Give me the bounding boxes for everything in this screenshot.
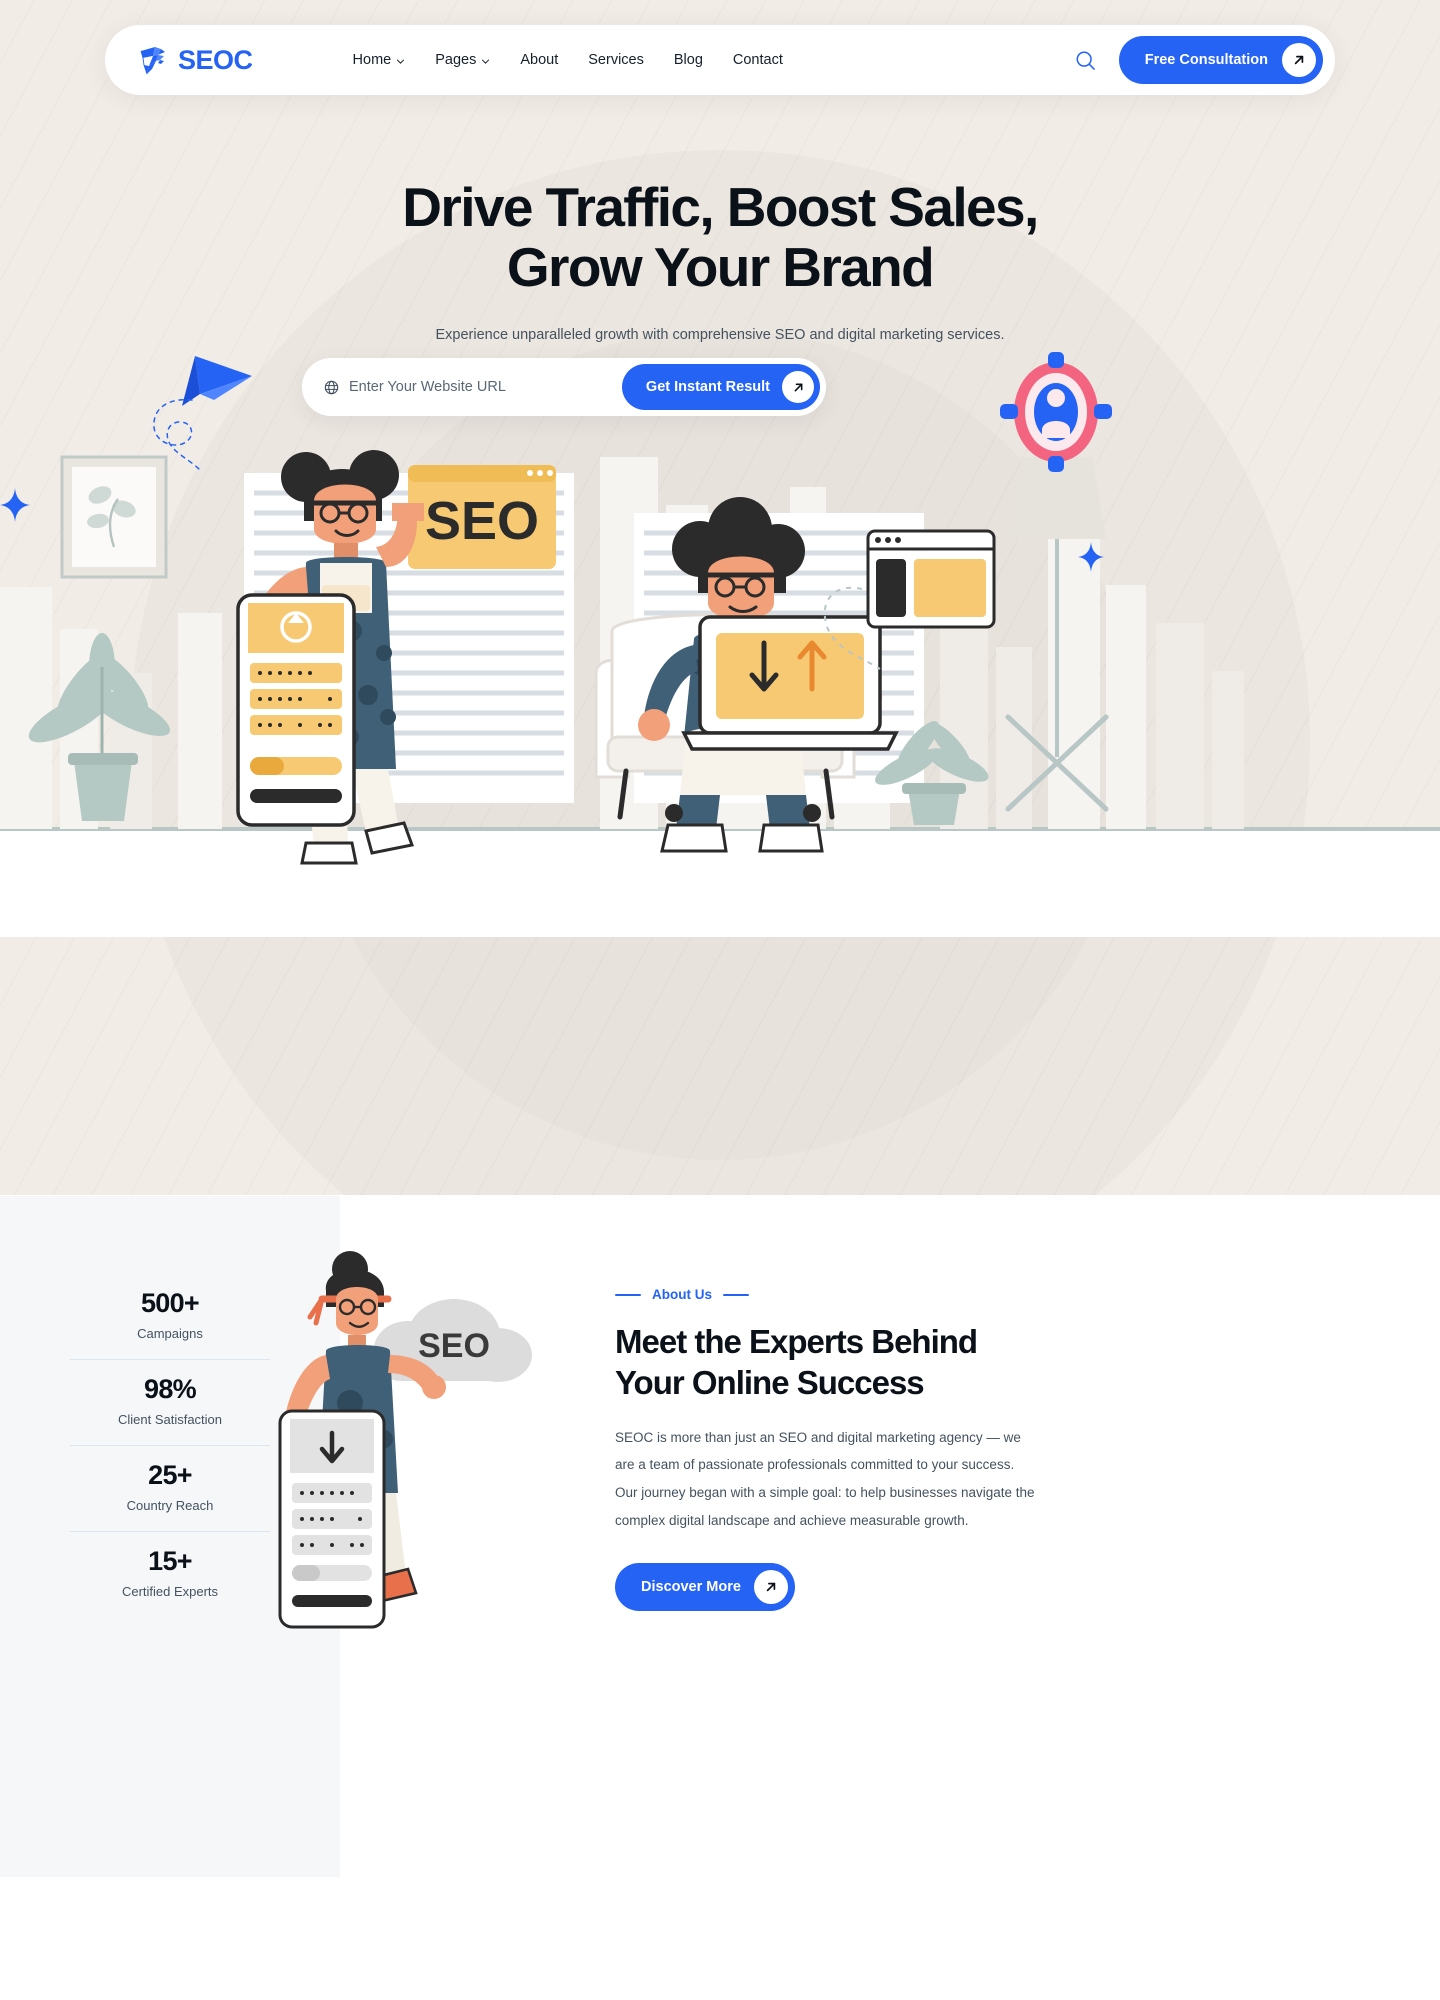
arrow-up-right-icon — [753, 1569, 788, 1604]
about-section: 500+ Campaigns 98% Client Satisfaction 2… — [0, 1195, 1440, 2000]
stat-item: 98% Client Satisfaction — [70, 1359, 270, 1445]
nav-item-services[interactable]: Services — [588, 52, 644, 68]
chevron-down-icon — [396, 55, 405, 66]
sparkle-icon — [1078, 542, 1104, 577]
section-eyebrow: About Us — [615, 1287, 1035, 1302]
stat-item: 15+ Certified Experts — [70, 1531, 270, 1617]
cta-label: Free Consultation — [1144, 52, 1268, 68]
about-copy: About Us Meet the Experts Behind Your On… — [615, 1287, 1035, 1611]
website-audit-form: Get Instant Result — [302, 358, 826, 416]
main-navbar: SEOC Home Pages About Services Blog Cont… — [105, 25, 1335, 95]
about-title: Meet the Experts Behind Your Online Succ… — [615, 1322, 1035, 1404]
nav-item-home[interactable]: Home — [353, 52, 406, 68]
nav-item-about[interactable]: About — [520, 52, 558, 68]
nav-item-label: Contact — [732, 52, 783, 68]
eyebrow-rule-right — [723, 1293, 749, 1296]
sparkle-icon — [0, 488, 30, 527]
url-input-wrap — [324, 379, 622, 395]
chevron-down-icon — [481, 55, 490, 66]
stats-list: 500+ Campaigns 98% Client Satisfaction 2… — [70, 1274, 270, 1617]
paper-plane-icon — [140, 348, 270, 493]
page-title: Drive Traffic, Boost Sales, Grow Your Br… — [0, 176, 1440, 298]
eyebrow-rule-left — [615, 1293, 641, 1296]
search-icon[interactable] — [1073, 47, 1099, 73]
arrow-up-right-icon — [1282, 43, 1316, 77]
submit-label: Get Instant Result — [645, 379, 770, 395]
nav-item-blog[interactable]: Blog — [674, 52, 703, 68]
nav-item-label: About — [520, 52, 559, 68]
hero-copy: Drive Traffic, Boost Sales, Grow Your Br… — [0, 176, 1440, 347]
navbar-actions: Free Consultation — [1073, 36, 1323, 84]
about-illustration: SEO — [248, 1243, 588, 1663]
nav-item-label: Services — [588, 52, 644, 68]
nav-item-label: Blog — [673, 52, 703, 68]
nav-item-label: Pages — [435, 52, 477, 68]
website-url-input[interactable] — [349, 379, 622, 395]
discover-more-button[interactable]: Discover More — [615, 1562, 795, 1611]
brand-name: SEOC — [178, 44, 253, 75]
stat-label: Certified Experts — [121, 1584, 219, 1599]
hero-title-line-1: Drive Traffic, Boost Sales, — [402, 176, 1039, 238]
about-title-line-1: Meet the Experts Behind — [615, 1323, 978, 1360]
get-instant-result-button[interactable]: Get Instant Result — [621, 364, 820, 410]
brand-logo[interactable]: SEOC — [137, 44, 253, 76]
svg-text:SEO: SEO — [418, 1327, 490, 1365]
nav-links: Home Pages About Services Blog Contact — [353, 52, 783, 68]
hero-subtitle: Experience unparalleled growth with comp… — [435, 326, 1005, 343]
lifebuoy-icon — [1000, 350, 1112, 480]
globe-icon — [324, 380, 339, 395]
nav-item-label: Home — [352, 52, 392, 68]
seoc-origami-logo-icon — [137, 44, 169, 76]
stat-item: 25+ Country Reach — [70, 1445, 270, 1531]
stat-label: Campaigns — [137, 1326, 203, 1341]
stat-item: 500+ Campaigns — [70, 1274, 270, 1359]
about-body-text: SEOC is more than just an SEO and digita… — [615, 1429, 1035, 1528]
discover-label: Discover More — [641, 1578, 741, 1595]
stat-label: Country Reach — [126, 1498, 214, 1513]
eyebrow-label: About Us — [652, 1287, 712, 1302]
stat-value: 25+ — [148, 1460, 192, 1490]
stat-label: Client Satisfaction — [117, 1412, 223, 1427]
free-consultation-button[interactable]: Free Consultation — [1118, 36, 1323, 84]
stat-value: 15+ — [148, 1546, 192, 1576]
nav-item-contact[interactable]: Contact — [733, 52, 783, 68]
nav-item-pages[interactable]: Pages — [435, 52, 490, 68]
stat-value: 500+ — [140, 1288, 200, 1318]
arrow-up-right-icon — [782, 371, 814, 403]
stat-value: 98% — [144, 1374, 197, 1404]
about-title-line-2: Your Online Success — [615, 1363, 925, 1401]
svg-text:SEO: SEO — [425, 491, 539, 551]
hero-title-line-2: Grow Your Brand — [506, 235, 935, 298]
hero-section: SEOC Home Pages About Services Blog Cont… — [0, 0, 1440, 1195]
hero-illustration: SEO — [0, 417, 1440, 937]
